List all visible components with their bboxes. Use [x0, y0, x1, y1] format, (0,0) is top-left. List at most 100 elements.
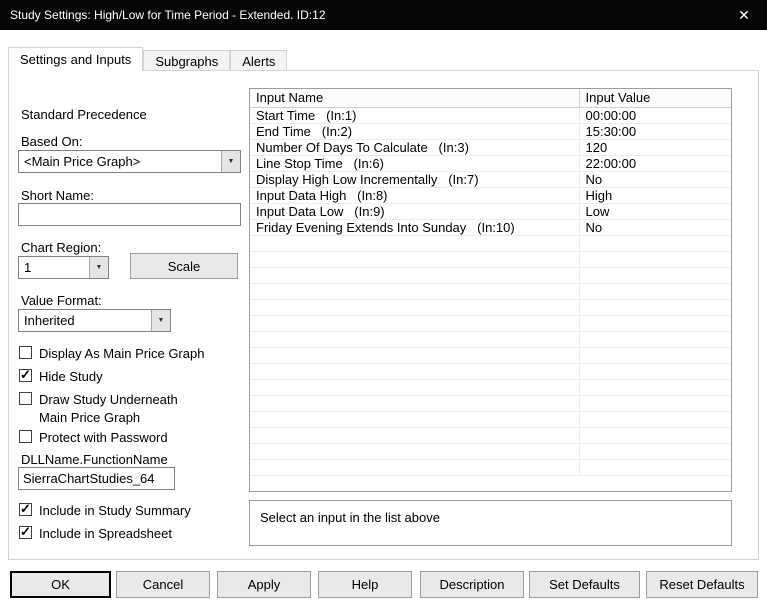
- input-row[interactable]: Input Data Low (In:9) Low: [250, 203, 731, 220]
- input-name-cell[interactable]: Start Time (In:1): [250, 107, 580, 124]
- value-format-dropdown[interactable]: Inherited ▼: [18, 309, 171, 332]
- input-row[interactable]: Line Stop Time (In:6) 22:00:00: [250, 155, 731, 172]
- input-name-cell[interactable]: [250, 411, 580, 428]
- input-name-cell[interactable]: Input Data Low (In:9): [250, 203, 580, 220]
- input-value-cell[interactable]: 00:00:00: [579, 107, 731, 124]
- input-row[interactable]: End Time (In:2) 15:30:00: [250, 123, 731, 140]
- column-header-input-name[interactable]: Input Name: [250, 89, 580, 108]
- input-name-cell[interactable]: Number Of Days To Calculate (In:3): [250, 139, 580, 156]
- input-row[interactable]: [250, 347, 731, 364]
- input-name-cell[interactable]: [250, 443, 580, 460]
- checkbox-box[interactable]: [19, 430, 32, 443]
- input-row[interactable]: Start Time (In:1) 00:00:00: [250, 107, 731, 124]
- ok-button[interactable]: OK: [10, 571, 111, 598]
- input-value-cell[interactable]: [579, 427, 731, 444]
- chevron-down-icon[interactable]: ▼: [89, 257, 108, 278]
- short-name-input[interactable]: [18, 203, 241, 226]
- input-name-cell[interactable]: [250, 379, 580, 396]
- set-defaults-button[interactable]: Set Defaults: [529, 571, 640, 598]
- checkbox-box[interactable]: [19, 524, 32, 540]
- cancel-button[interactable]: Cancel: [116, 571, 210, 598]
- chevron-down-icon[interactable]: ▼: [151, 310, 170, 331]
- input-value-cell[interactable]: [579, 379, 731, 396]
- input-row[interactable]: Display High Low Incrementally (In:7) No: [250, 171, 731, 188]
- input-value-cell[interactable]: No: [579, 171, 731, 188]
- input-row[interactable]: [250, 395, 731, 412]
- input-name-cell[interactable]: Friday Evening Extends Into Sunday (In:1…: [250, 219, 580, 236]
- checkbox-draw-study-underneath[interactable]: Draw Study Underneath Main Price Graph: [19, 391, 207, 426]
- input-name-cell[interactable]: Input Data High (In:8): [250, 187, 580, 204]
- input-row[interactable]: [250, 299, 731, 316]
- checkbox-include-in-study-summary[interactable]: Include in Study Summary: [19, 501, 191, 520]
- chevron-down-icon[interactable]: ▼: [221, 151, 240, 172]
- input-name-cell[interactable]: [250, 427, 580, 444]
- chart-region-dropdown[interactable]: 1 ▼: [18, 256, 109, 279]
- input-value-cell[interactable]: [579, 459, 731, 476]
- apply-button[interactable]: Apply: [217, 571, 311, 598]
- input-value-cell[interactable]: [579, 411, 731, 428]
- input-row[interactable]: Input Data High (In:8) High: [250, 187, 731, 204]
- input-value-cell[interactable]: Low: [579, 203, 731, 220]
- input-name-cell[interactable]: [250, 283, 580, 300]
- dll-function-input[interactable]: [18, 467, 175, 490]
- input-value-cell[interactable]: [579, 299, 731, 316]
- input-value-cell[interactable]: 15:30:00: [579, 123, 731, 140]
- input-row[interactable]: Number Of Days To Calculate (In:3) 120: [250, 139, 731, 156]
- input-value-cell[interactable]: [579, 283, 731, 300]
- scale-button[interactable]: Scale: [130, 253, 238, 279]
- input-row[interactable]: [250, 427, 731, 444]
- based-on-dropdown[interactable]: <Main Price Graph> ▼: [18, 150, 241, 173]
- checkbox-protect-with-password[interactable]: Protect with Password: [19, 429, 168, 447]
- reset-defaults-button[interactable]: Reset Defaults: [646, 571, 758, 598]
- input-value-cell[interactable]: [579, 315, 731, 332]
- input-name-cell[interactable]: [250, 459, 580, 476]
- input-name-cell[interactable]: [250, 251, 580, 268]
- description-button[interactable]: Description: [420, 571, 524, 598]
- input-row[interactable]: [250, 411, 731, 428]
- input-name-cell[interactable]: [250, 267, 580, 284]
- tab-subgraphs[interactable]: Subgraphs: [143, 50, 231, 71]
- checkbox-include-in-spreadsheet[interactable]: Include in Spreadsheet: [19, 524, 172, 543]
- input-row[interactable]: [250, 315, 731, 332]
- input-value-cell[interactable]: High: [579, 187, 731, 204]
- input-value-cell[interactable]: [579, 395, 731, 412]
- input-name-cell[interactable]: [250, 331, 580, 348]
- input-row[interactable]: [250, 459, 731, 476]
- checkbox-box[interactable]: [19, 392, 32, 405]
- input-name-cell[interactable]: Line Stop Time (In:6): [250, 155, 580, 172]
- checkbox-box[interactable]: [19, 346, 32, 359]
- input-name-cell[interactable]: [250, 299, 580, 316]
- input-value-cell[interactable]: 120: [579, 139, 731, 156]
- input-value-cell[interactable]: [579, 443, 731, 460]
- input-name-cell[interactable]: Display High Low Incrementally (In:7): [250, 171, 580, 188]
- checkbox-display-as-main-price-graph[interactable]: Display As Main Price Graph: [19, 345, 204, 363]
- input-value-cell[interactable]: [579, 347, 731, 364]
- input-name-cell[interactable]: [250, 315, 580, 332]
- input-value-cell[interactable]: [579, 267, 731, 284]
- input-row[interactable]: Friday Evening Extends Into Sunday (In:1…: [250, 219, 731, 236]
- help-button[interactable]: Help: [318, 571, 412, 598]
- input-value-cell[interactable]: No: [579, 219, 731, 236]
- checkbox-box[interactable]: [19, 367, 32, 383]
- tab-settings-and-inputs[interactable]: Settings and Inputs: [8, 47, 144, 71]
- checkbox-hide-study[interactable]: Hide Study: [19, 367, 103, 386]
- input-value-cell[interactable]: [579, 251, 731, 268]
- checkbox-box[interactable]: [19, 501, 32, 517]
- input-row[interactable]: [250, 251, 731, 268]
- input-value-cell[interactable]: [579, 235, 731, 252]
- input-value-cell[interactable]: [579, 331, 731, 348]
- input-row[interactable]: [250, 363, 731, 380]
- input-value-cell[interactable]: 22:00:00: [579, 155, 731, 172]
- column-header-input-value[interactable]: Input Value: [579, 89, 731, 108]
- input-row[interactable]: [250, 283, 731, 300]
- input-name-cell[interactable]: End Time (In:2): [250, 123, 580, 140]
- input-value-cell[interactable]: [579, 363, 731, 380]
- close-icon[interactable]: ✕: [721, 0, 767, 30]
- input-name-cell[interactable]: [250, 235, 580, 252]
- input-row[interactable]: [250, 267, 731, 284]
- tab-alerts[interactable]: Alerts: [230, 50, 288, 71]
- input-row[interactable]: [250, 379, 731, 396]
- input-name-cell[interactable]: [250, 395, 580, 412]
- input-name-cell[interactable]: [250, 347, 580, 364]
- input-row[interactable]: [250, 331, 731, 348]
